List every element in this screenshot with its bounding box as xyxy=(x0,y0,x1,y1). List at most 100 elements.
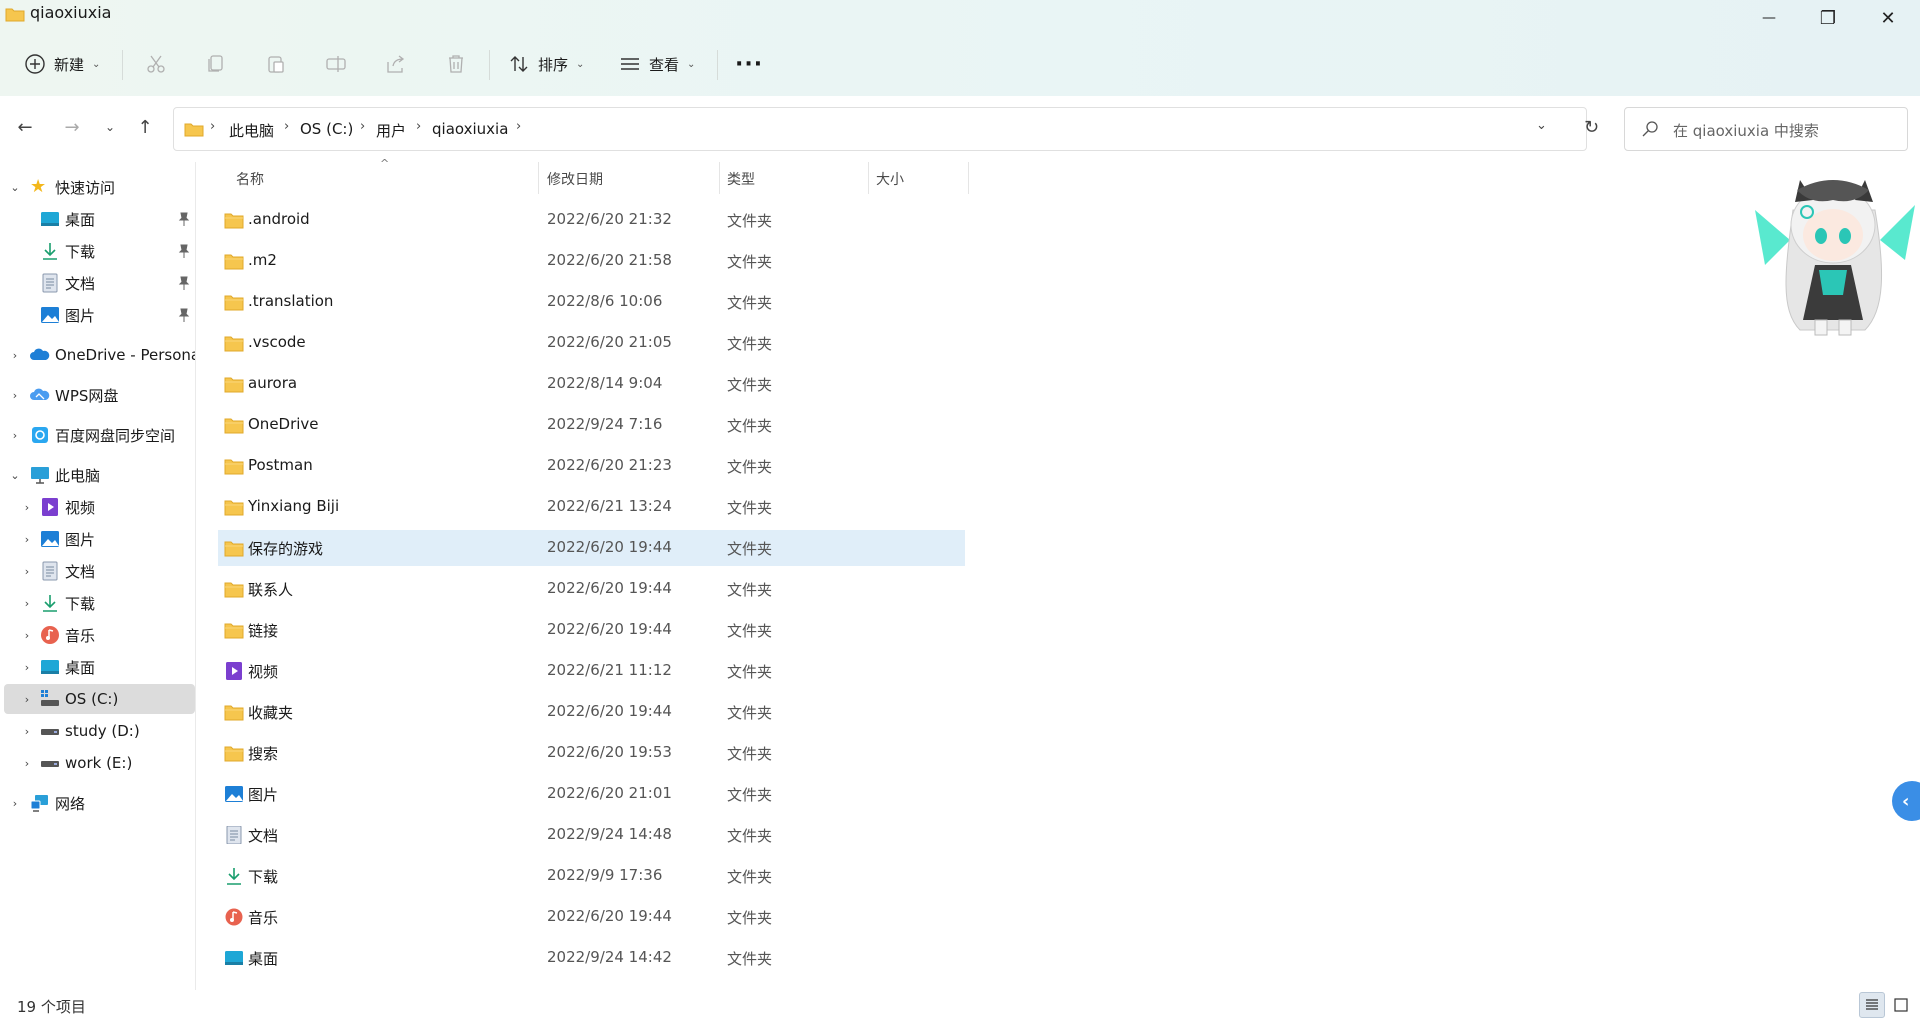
file-row[interactable]: Postman 2022/6/20 21:23 文件夹 xyxy=(218,448,965,484)
column-divider[interactable] xyxy=(538,162,539,194)
nav-label: 百度网盘同步空间 xyxy=(55,426,176,445)
file-row[interactable]: 联系人 2022/6/20 19:44 文件夹 xyxy=(218,571,965,607)
folder-icon xyxy=(224,213,244,229)
rename-button[interactable] xyxy=(325,40,347,88)
file-row[interactable]: 链接 2022/6/20 19:44 文件夹 xyxy=(218,612,965,648)
large-icons-view-button[interactable] xyxy=(1888,992,1914,1018)
column-divider[interactable] xyxy=(968,162,969,194)
nav-drive-d[interactable]: › study (D:) xyxy=(0,716,195,746)
file-row[interactable]: .m2 2022/6/20 21:58 文件夹 xyxy=(218,243,965,279)
view-button[interactable]: 查看 ⌄ xyxy=(619,40,695,88)
nav-quick-desktop[interactable]: 桌面 xyxy=(0,204,195,234)
column-header-name[interactable]: 名称 xyxy=(236,169,264,201)
file-name: 链接 xyxy=(248,622,279,640)
nav-quick-pictures[interactable]: 图片 xyxy=(0,300,195,330)
side-panel-toggle[interactable]: ‹ xyxy=(1892,781,1920,821)
column-header-size[interactable]: 大小 xyxy=(876,169,904,201)
column-divider[interactable] xyxy=(719,162,720,194)
nav-pc-documents[interactable]: › 文档 xyxy=(0,556,195,586)
address-bar[interactable]: › 此电脑 › OS (C:) › 用户 › qiaoxiuxia › ⌄ ↻ xyxy=(173,107,1599,151)
file-row[interactable]: 桌面 2022/9/24 14:42 文件夹 xyxy=(218,940,965,976)
file-type: 文件夹 xyxy=(727,745,773,763)
history-dropdown[interactable]: ⌄ xyxy=(1536,118,1547,133)
sort-button[interactable]: 排序 ⌄ xyxy=(508,40,584,88)
cut-button[interactable] xyxy=(145,40,167,88)
nav-network[interactable]: › 网络 xyxy=(0,788,195,818)
minimize-button[interactable]: — xyxy=(1741,0,1797,36)
new-button[interactable]: 新建 ⌄ xyxy=(24,40,100,88)
file-row[interactable]: 收藏夹 2022/6/20 19:44 文件夹 xyxy=(218,694,965,730)
chevron-down-icon: ⌄ xyxy=(104,120,116,134)
file-row[interactable]: aurora 2022/8/14 9:04 文件夹 xyxy=(218,366,965,402)
pin-icon xyxy=(178,244,190,258)
nav-wps[interactable]: › WPS网盘 xyxy=(0,380,195,410)
file-row[interactable]: OneDrive 2022/9/24 7:16 文件夹 xyxy=(218,407,965,443)
file-row[interactable]: 文档 2022/9/24 14:48 文件夹 xyxy=(218,817,965,853)
file-row[interactable]: Yinxiang Biji 2022/6/21 13:24 文件夹 xyxy=(218,489,965,525)
maximize-button[interactable]: ❐ xyxy=(1800,0,1856,36)
forward-button[interactable]: → xyxy=(58,113,86,141)
nav-quick-downloads[interactable]: 下载 xyxy=(0,236,195,266)
document-icon xyxy=(42,273,58,293)
paste-button[interactable] xyxy=(265,40,287,88)
file-row[interactable]: 下载 2022/9/9 17:36 文件夹 xyxy=(218,858,965,894)
file-row[interactable]: .translation 2022/8/6 10:06 文件夹 xyxy=(218,284,965,320)
details-view-button[interactable] xyxy=(1859,992,1885,1018)
file-row[interactable]: 视频 2022/6/21 11:12 文件夹 xyxy=(218,653,965,689)
nav-onedrive[interactable]: › OneDrive - Persona xyxy=(0,340,195,370)
breadcrumb-os-c[interactable]: OS (C:) xyxy=(300,120,353,138)
file-name: 图片 xyxy=(248,786,279,804)
file-name: 收藏夹 xyxy=(248,704,294,722)
file-row[interactable]: 音乐 2022/6/20 19:44 文件夹 xyxy=(218,899,965,935)
back-button[interactable]: ← xyxy=(11,113,39,141)
nav-pc-videos[interactable]: › 视频 xyxy=(0,492,195,522)
item-count: 19 个项目 xyxy=(17,998,86,1016)
nav-label: 文档 xyxy=(65,274,96,293)
nav-baidu[interactable]: › 百度网盘同步空间 xyxy=(0,420,195,450)
file-modified-date: 2022/6/20 21:05 xyxy=(547,333,672,351)
column-divider[interactable] xyxy=(868,162,869,194)
nav-pc-pictures[interactable]: › 图片 xyxy=(0,524,195,554)
file-row[interactable]: 保存的游戏 2022/6/20 19:44 文件夹 xyxy=(218,530,965,566)
breadcrumb-user-folder[interactable]: qiaoxiuxia xyxy=(432,120,508,138)
separator xyxy=(489,50,490,80)
folder-icon xyxy=(224,746,244,762)
file-row[interactable]: 图片 2022/6/20 21:01 文件夹 xyxy=(218,776,965,812)
file-row[interactable]: 搜索 2022/6/20 19:53 文件夹 xyxy=(218,735,965,771)
nav-drive-e[interactable]: › work (E:) xyxy=(0,748,195,778)
file-modified-date: 2022/6/20 21:32 xyxy=(547,210,672,228)
recent-locations-button[interactable]: ⌄ xyxy=(96,113,124,141)
more-button[interactable]: ··· xyxy=(735,40,763,88)
column-header-type[interactable]: 类型 xyxy=(727,169,755,201)
column-header-date[interactable]: 修改日期 xyxy=(547,169,603,201)
folder-icon xyxy=(224,705,244,721)
nav-pc-music[interactable]: › 音乐 xyxy=(0,620,195,650)
nav-quick-documents[interactable]: 文档 xyxy=(0,268,195,298)
nav-this-pc[interactable]: ⌄ 此电脑 xyxy=(0,460,195,490)
chevron-right-icon: › xyxy=(12,796,18,810)
share-button[interactable] xyxy=(385,40,407,88)
close-button[interactable]: ✕ xyxy=(1860,0,1916,36)
refresh-icon[interactable]: ↻ xyxy=(1584,117,1599,138)
file-row[interactable]: .vscode 2022/6/20 21:05 文件夹 xyxy=(218,325,965,361)
file-modified-date: 2022/6/20 19:44 xyxy=(547,579,672,597)
search-box[interactable]: 在 qiaoxiuxia 中搜索 xyxy=(1624,107,1908,151)
arrow-left-icon: ← xyxy=(17,116,33,138)
file-row[interactable]: .android 2022/6/20 21:32 文件夹 xyxy=(218,202,965,238)
nav-quick-access[interactable]: ⌄ ★ 快速访问 xyxy=(0,172,195,202)
search-input[interactable]: 在 qiaoxiuxia 中搜索 xyxy=(1673,120,1819,141)
nav-pc-downloads[interactable]: › 下载 xyxy=(0,588,195,618)
pin-icon xyxy=(178,212,190,226)
breadcrumb-this-pc[interactable]: 此电脑 xyxy=(229,120,274,141)
up-button[interactable]: ↑ xyxy=(131,113,159,141)
folder-icon xyxy=(5,8,25,22)
chevron-right-icon: › xyxy=(24,596,30,610)
nav-label: 桌面 xyxy=(65,210,96,229)
nav-drive-c[interactable]: › OS (C:) xyxy=(4,684,195,714)
wps-cloud-icon xyxy=(30,388,50,400)
chevron-right-icon: › xyxy=(210,119,216,134)
breadcrumb-users[interactable]: 用户 xyxy=(376,120,406,141)
copy-button[interactable] xyxy=(205,40,227,88)
nav-pc-desktop[interactable]: › 桌面 xyxy=(0,652,195,682)
delete-button[interactable] xyxy=(445,40,467,88)
